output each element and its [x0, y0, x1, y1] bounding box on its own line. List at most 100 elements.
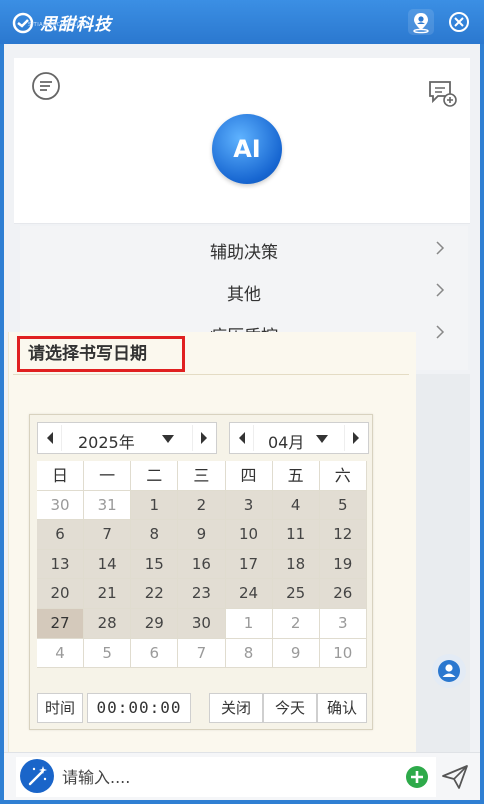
month-value: 04月	[268, 433, 305, 452]
next-year-icon[interactable]	[192, 423, 216, 453]
calendar-day[interactable]: 20	[37, 579, 85, 609]
calendar-day[interactable]: 6	[131, 638, 179, 669]
prev-year-icon[interactable]	[38, 423, 62, 453]
ai-avatar-icon: AI	[212, 114, 282, 184]
close-calendar-button[interactable]: 关闭	[209, 693, 263, 723]
chevron-right-icon	[436, 325, 445, 339]
calendar-footer: 时间 00:00:00 关闭 今天 确认	[37, 693, 367, 723]
calendar-day[interactable]: 26	[319, 579, 367, 609]
month-selector[interactable]: 04月	[229, 422, 369, 454]
prev-month-icon[interactable]	[230, 423, 254, 453]
menu-button[interactable]	[30, 70, 62, 102]
time-input[interactable]: 00:00:00	[87, 693, 191, 723]
quick-menu-item-decision[interactable]: 辅助决策	[20, 228, 468, 268]
calendar-day[interactable]: 12	[319, 520, 367, 550]
calendar-day[interactable]: 18	[272, 549, 320, 580]
calendar-week-row: 27 28 29 30 1 2 3	[37, 608, 367, 639]
calendar-day[interactable]: 30	[37, 490, 85, 521]
calendar-day[interactable]: 6	[37, 520, 85, 550]
calendar-day[interactable]: 4	[37, 638, 85, 669]
ai-avatar-label: AI	[233, 135, 261, 163]
calendar-day[interactable]: 7	[84, 520, 132, 550]
chevron-right-icon	[436, 241, 445, 255]
weekday-header: 日一二三四五六	[37, 461, 367, 491]
send-icon	[442, 765, 468, 789]
calendar-day[interactable]: 1	[225, 608, 273, 639]
calendar-day[interactable]: 8	[131, 520, 179, 550]
magic-wand-icon	[28, 766, 47, 786]
calendar-day[interactable]: 30	[178, 608, 226, 639]
message-input[interactable]	[62, 757, 392, 797]
add-button[interactable]	[406, 766, 428, 788]
chat-window: AI 辅助决策 其他 病历质控 请选择书写日期	[4, 44, 480, 800]
quick-menu-label: 其他	[227, 285, 261, 305]
calendar-day[interactable]: 16	[178, 549, 226, 580]
calendar-day[interactable]: 31	[84, 490, 132, 521]
calendar-day[interactable]: 23	[178, 579, 226, 609]
chevron-down-icon	[316, 435, 328, 443]
calendar-day[interactable]: 14	[84, 549, 132, 580]
calendar-grid: 日一二三四五六 30 31 1 2 3 4 5 6 7 8 9 10 11 12 13 14 15 16 17 18 1…	[37, 461, 367, 669]
input-bar	[4, 752, 480, 800]
brand-subtitle: SITIAN TECHNOLOGY	[28, 22, 89, 28]
weekday-label: 六	[319, 461, 367, 491]
calendar-day[interactable]: 5	[84, 638, 132, 669]
new-chat-button[interactable]	[426, 78, 458, 108]
assistant-header: AI	[14, 58, 470, 224]
menu-icon	[32, 72, 60, 100]
close-button[interactable]	[446, 9, 472, 35]
weekday-label: 二	[131, 461, 179, 491]
calendar-day[interactable]: 4	[272, 490, 320, 521]
weekday-label: 四	[225, 461, 273, 491]
quick-menu-item-other[interactable]: 其他	[20, 270, 468, 310]
calendar-day[interactable]: 22	[131, 579, 179, 609]
calendar-day[interactable]: 3	[225, 490, 273, 521]
calendar-day[interactable]: 5	[319, 490, 367, 521]
send-button[interactable]	[440, 763, 470, 791]
calendar-day-selected[interactable]: 27	[37, 608, 85, 639]
calendar-week-row: 20 21 22 23 24 25 26	[37, 579, 367, 609]
weekday-label: 一	[84, 461, 132, 491]
assistant-float-button[interactable]	[432, 654, 466, 688]
weekday-label: 三	[178, 461, 226, 491]
calendar-day[interactable]: 15	[131, 549, 179, 580]
plus-icon	[411, 771, 423, 783]
calendar-day[interactable]: 3	[319, 608, 367, 639]
calendar-week-row: 6 7 8 9 10 11 12	[37, 520, 367, 550]
year-selector[interactable]: 2025年	[37, 422, 217, 454]
confirm-button[interactable]: 确认	[317, 693, 367, 723]
time-label: 时间	[37, 693, 83, 723]
calendar: 2025年 04月 日一二三四五六 30 31 1 2 3 4 5 6 7 8 9 10 11 12 13 1…	[29, 414, 373, 730]
calendar-day[interactable]: 9	[178, 520, 226, 550]
calendar-day[interactable]: 29	[131, 608, 179, 639]
title-bar: 思甜科技 SITIAN TECHNOLOGY	[0, 0, 484, 44]
chevron-down-icon	[162, 435, 174, 443]
calendar-day[interactable]: 25	[272, 579, 320, 609]
calendar-day[interactable]: 2	[178, 490, 226, 521]
calendar-day[interactable]: 24	[225, 579, 273, 609]
calendar-day[interactable]: 13	[37, 549, 85, 580]
calendar-day[interactable]: 21	[84, 579, 132, 609]
user-location-button[interactable]	[408, 9, 434, 35]
calendar-day[interactable]: 17	[225, 549, 273, 580]
calendar-day[interactable]: 11	[272, 520, 320, 550]
message-input-wrapper	[16, 757, 436, 797]
calendar-day[interactable]: 7	[178, 638, 226, 669]
calendar-day[interactable]: 10	[225, 520, 273, 550]
chevron-right-icon	[436, 283, 445, 297]
weekday-label: 日	[37, 461, 85, 491]
next-month-icon[interactable]	[344, 423, 368, 453]
calendar-week-row: 13 14 15 16 17 18 19	[37, 549, 367, 580]
calendar-day[interactable]: 8	[225, 638, 273, 669]
calendar-day[interactable]: 1	[131, 490, 179, 521]
magic-wand-button[interactable]	[20, 759, 54, 793]
calendar-day[interactable]: 19	[319, 549, 367, 580]
calendar-day[interactable]: 10	[319, 638, 367, 669]
side-strip	[416, 374, 470, 786]
calendar-day[interactable]: 9	[272, 638, 320, 669]
today-button[interactable]: 今天	[263, 693, 317, 723]
year-value: 2025年	[78, 433, 135, 452]
calendar-day[interactable]: 28	[84, 608, 132, 639]
user-location-icon	[413, 13, 429, 34]
calendar-day[interactable]: 2	[272, 608, 320, 639]
